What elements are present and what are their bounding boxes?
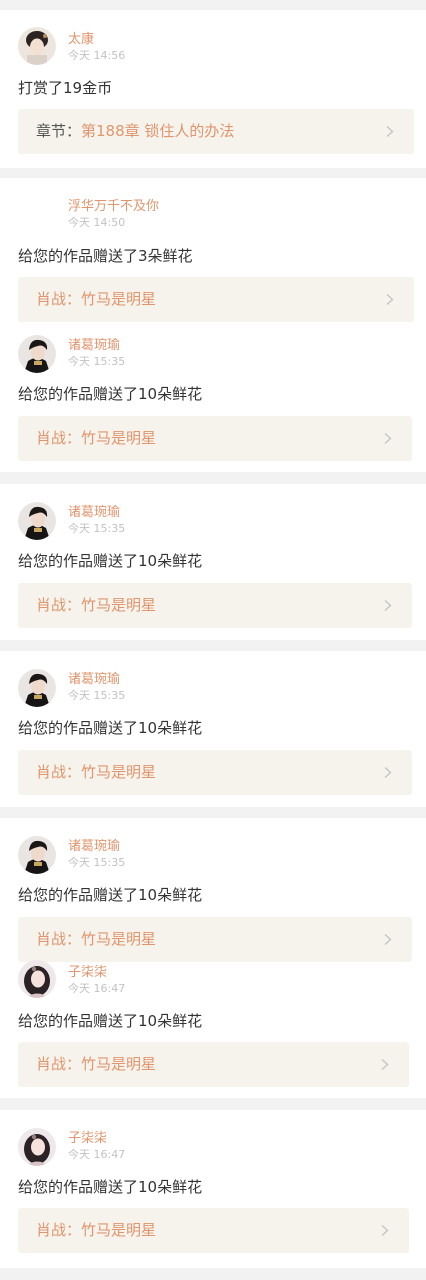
chevron-right-icon (382, 599, 394, 612)
work-title: 肖战：竹马是明星 (36, 1055, 157, 1073)
work-title: 肖战：竹马是明星 (36, 1221, 157, 1239)
username[interactable]: 诸葛琬瑜 (68, 505, 120, 521)
reward-card: 诸葛琬瑜 今天 15:35 给您的作品赠送了10朵鲜花 肖战：竹马是明星 (0, 484, 426, 640)
work-link[interactable]: 肖战：竹马是明星 (18, 277, 414, 322)
chapter-title: 第188章 锁住人的办法 (81, 122, 235, 140)
avatar[interactable] (18, 1128, 56, 1166)
reward-message: 给您的作品赠送了10朵鲜花 (18, 886, 203, 904)
chapter-link[interactable]: 章节：第188章 锁住人的办法 (18, 109, 414, 154)
reward-message: 给您的作品赠送了3朵鲜花 (18, 247, 193, 265)
reward-card: 太康 今天 14:56 打赏了19金币 章节：第188章 锁住人的办法 (0, 10, 426, 168)
username[interactable]: 诸葛琬瑜 (68, 338, 120, 354)
timestamp: 今天 15:35 (68, 689, 126, 702)
work-title: 肖战：竹马是明星 (36, 930, 157, 948)
work-title: 肖战：竹马是明星 (36, 596, 157, 614)
avatar[interactable] (18, 27, 56, 65)
work-link[interactable]: 肖战：竹马是明星 (18, 1208, 409, 1253)
chevron-right-icon (379, 1058, 391, 1071)
chevron-right-icon (382, 766, 394, 779)
work-title: 肖战：竹马是明星 (36, 429, 157, 447)
username[interactable]: 浮华万千不及你 (68, 199, 159, 215)
chevron-right-icon (379, 1224, 391, 1237)
username[interactable]: 诸葛琬瑜 (68, 672, 120, 688)
avatar[interactable] (18, 960, 56, 998)
chevron-right-icon (384, 125, 396, 138)
work-link[interactable]: 肖战：竹马是明星 (18, 750, 412, 795)
work-link[interactable]: 肖战：竹马是明星 (18, 1042, 409, 1087)
reward-message: 给您的作品赠送了10朵鲜花 (18, 1178, 203, 1196)
timestamp: 今天 15:35 (68, 522, 126, 535)
reward-message: 给您的作品赠送了10朵鲜花 (18, 385, 203, 403)
avatar[interactable] (18, 335, 56, 373)
reward-card: 诸葛琬瑜 今天 15:35 给您的作品赠送了10朵鲜花 肖战：竹马是明星 (0, 651, 426, 807)
timestamp: 今天 16:47 (68, 1148, 126, 1161)
timestamp: 今天 16:47 (68, 982, 126, 995)
chevron-right-icon (382, 933, 394, 946)
username[interactable]: 子柒柒 (68, 1131, 107, 1147)
timestamp: 今天 15:35 (68, 355, 126, 368)
chevron-right-icon (384, 293, 396, 306)
reward-message: 给您的作品赠送了10朵鲜花 (18, 552, 203, 570)
username[interactable]: 太康 (68, 32, 94, 48)
avatar[interactable] (18, 195, 56, 233)
work-link[interactable]: 肖战：竹马是明星 (18, 917, 412, 962)
chapter-prefix: 章节： (36, 122, 82, 140)
username[interactable]: 子柒柒 (68, 965, 107, 981)
chevron-right-icon (382, 432, 394, 445)
reward-message: 给您的作品赠送了10朵鲜花 (18, 1012, 203, 1030)
work-title: 肖战：竹马是明星 (36, 290, 157, 308)
reward-card: 子柒柒 今天 16:47 给您的作品赠送了10朵鲜花 肖战：竹马是明星 (0, 1110, 426, 1268)
reward-card: 浮华万千不及你 今天 14:50 给您的作品赠送了3朵鲜花 肖战：竹马是明星 诸… (0, 178, 426, 472)
avatar[interactable] (18, 502, 56, 540)
work-title: 肖战：竹马是明星 (36, 763, 157, 781)
avatar[interactable] (18, 836, 56, 874)
timestamp: 今天 15:35 (68, 856, 126, 869)
reward-message: 打赏了19金币 (18, 79, 113, 97)
reward-message: 给您的作品赠送了10朵鲜花 (18, 719, 203, 737)
timestamp: 今天 14:50 (68, 216, 126, 229)
work-link[interactable]: 肖战：竹马是明星 (18, 583, 412, 628)
avatar[interactable] (18, 669, 56, 707)
reward-card: 诸葛琬瑜 今天 15:35 给您的作品赠送了10朵鲜花 肖战：竹马是明星 子柒柒… (0, 818, 426, 1098)
username[interactable]: 诸葛琬瑜 (68, 839, 120, 855)
chapter-link-label: 章节：第188章 锁住人的办法 (36, 121, 234, 141)
timestamp: 今天 14:56 (68, 49, 126, 62)
work-link[interactable]: 肖战：竹马是明星 (18, 416, 412, 461)
